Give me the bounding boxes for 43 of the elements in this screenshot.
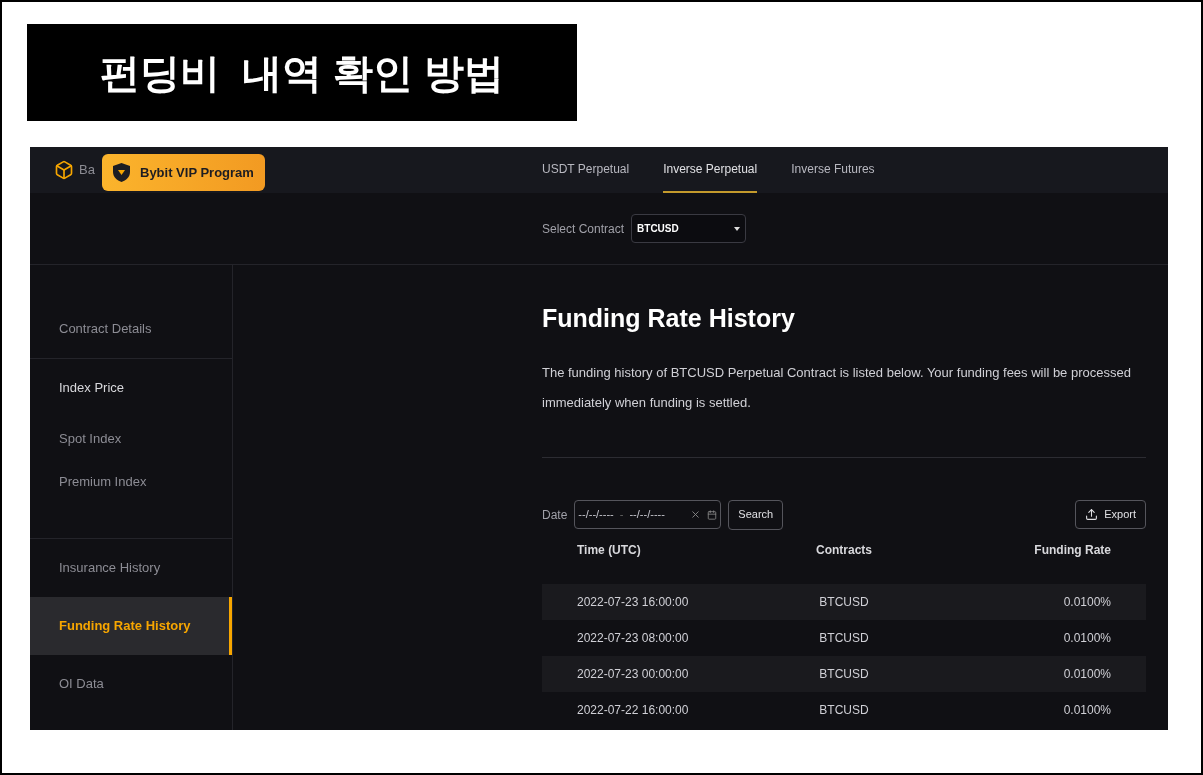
table-cell-text: BTCUSD: [818, 629, 870, 647]
table-cell-text: 0.0100%: [1062, 665, 1111, 683]
page-description: The funding history of BTCUSD Perpetual Contract is listed below. Your funding fees will be processed immediately when funding is settled.: [542, 363, 1132, 412]
table-cell-text: 0.0100%: [1062, 701, 1111, 719]
calendar-icon[interactable]: [707, 509, 718, 520]
column-header: Funding Rate: [1033, 541, 1111, 559]
table-cell-text: 2022-07-23 08:00:00: [577, 629, 690, 647]
table-cell-text: BTCUSD: [818, 665, 870, 683]
table-cell-text: 2022-07-23 16:00:00: [577, 593, 690, 611]
nav-tab[interactable]: USDT Perpetual: [542, 147, 630, 193]
tooltip-text: Bybit VIP Program: [140, 163, 254, 182]
brand-name: Ba: [79, 161, 95, 180]
sidebar-item[interactable]: Premium Index: [30, 460, 232, 503]
sidebar-item[interactable]: Contract Details: [30, 300, 232, 358]
export-button[interactable]: Export: [1075, 500, 1146, 529]
column-header: Time (UTC): [577, 541, 642, 559]
shield-icon: [113, 163, 130, 182]
table-cell-text: 2022-07-22 16:00:00: [577, 701, 690, 719]
select-label: Select Contract: [542, 220, 625, 238]
page-title: Funding Rate History: [542, 303, 796, 334]
table-cell-text: 0.0100%: [1062, 593, 1111, 611]
nav-tab[interactable]: Inverse Perpetual: [663, 147, 758, 193]
date-label: Date: [542, 506, 568, 524]
cube-icon: [54, 160, 74, 180]
clear-icon[interactable]: [690, 509, 702, 520]
sidebar-item[interactable]: Funding Rate History: [30, 597, 232, 655]
sidebar-item[interactable]: Insurance History: [30, 539, 232, 597]
dropdown-caret-icon: [734, 226, 741, 231]
date-range-field[interactable]: --/--/---- - --/--/----: [574, 500, 722, 529]
column-header: Contracts: [815, 541, 873, 559]
sidebar-item[interactable]: Spot Index: [30, 417, 232, 460]
search-button[interactable]: Search: [728, 499, 784, 530]
table-cell-text: 2022-07-23 00:00:00: [577, 665, 690, 683]
nav-tab[interactable]: Inverse Futures: [791, 147, 875, 193]
table-cell-text: 0.0100%: [1062, 629, 1111, 647]
table-cell-text: BTCUSD: [818, 593, 870, 611]
sidebar-item[interactable]: OI Data: [30, 655, 232, 713]
vip-tooltip[interactable]: Bybit VIP Program: [102, 154, 265, 191]
upload-icon: [1085, 508, 1099, 521]
table-cell-text: BTCUSD: [818, 701, 870, 719]
banner-title: 펀딩비 내역 확인 방법: [99, 49, 505, 97]
contract-select[interactable]: BTCUSD: [631, 214, 747, 243]
sidebar-item[interactable]: Index Price: [30, 359, 232, 417]
